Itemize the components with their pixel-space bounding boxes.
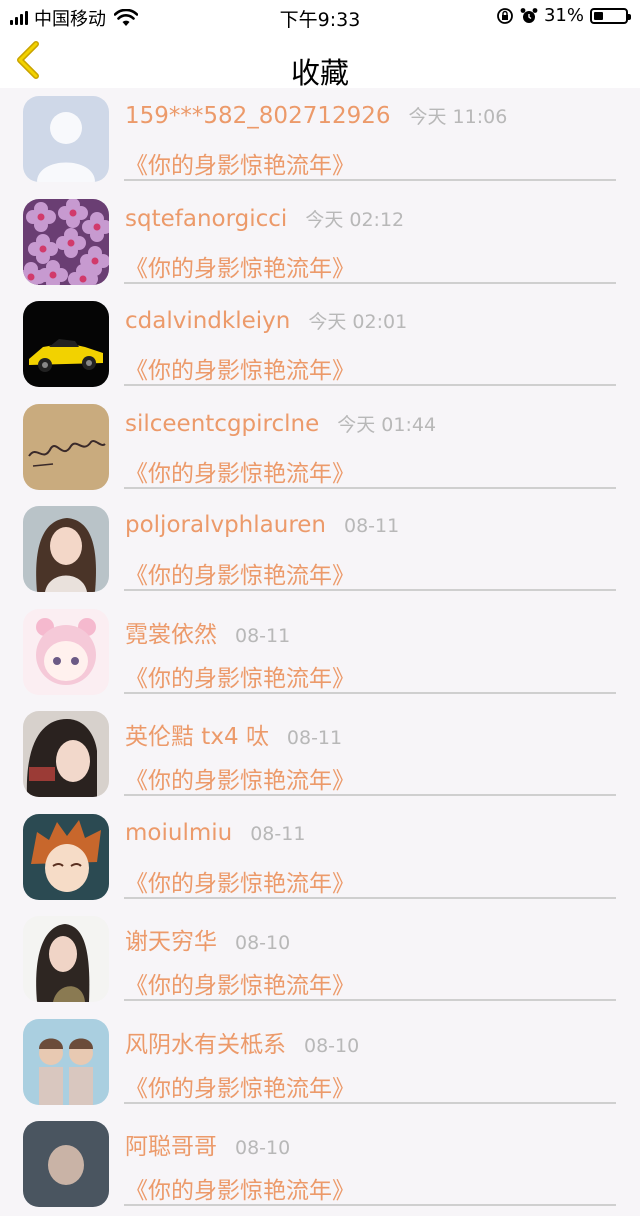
song-title[interactable]: 《你的身影惊艳流年》 bbox=[125, 351, 355, 385]
timestamp: 08-10 bbox=[235, 1137, 291, 1159]
user-name[interactable]: 谢天穷华 bbox=[125, 929, 217, 955]
divider bbox=[124, 486, 616, 489]
user-name[interactable]: 风阴水有关柢系 bbox=[125, 1032, 286, 1058]
item-header: moiulmiu 08-11 bbox=[125, 820, 305, 846]
list-item[interactable]: 阿聪哥哥 08-10 《你的身影惊艳流年》 bbox=[0, 1113, 640, 1216]
avatar[interactable] bbox=[23, 506, 109, 592]
divider bbox=[124, 281, 616, 284]
list-item[interactable]: moiulmiu 08-11 《你的身影惊艳流年》 bbox=[0, 806, 640, 909]
battery-icon bbox=[590, 7, 631, 24]
song-title[interactable]: 《你的身影惊艳流年》 bbox=[125, 864, 355, 898]
divider bbox=[124, 179, 616, 181]
avatar[interactable] bbox=[23, 301, 109, 387]
divider bbox=[124, 589, 616, 591]
list-item[interactable]: poljoralvphlauren 08-11 《你的身影惊艳流年》 bbox=[0, 498, 640, 601]
user-name[interactable]: 159***582_802712926 bbox=[125, 103, 391, 129]
song-title[interactable]: 《你的身影惊艳流年》 bbox=[125, 1069, 355, 1103]
status-right: 31% bbox=[496, 5, 631, 26]
timestamp: 今天 02:01 bbox=[308, 311, 408, 333]
user-name[interactable]: 英伦黠 tx4 呔 bbox=[125, 724, 269, 750]
avatar[interactable] bbox=[23, 1018, 109, 1105]
song-title[interactable]: 《你的身影惊艳流年》 bbox=[125, 454, 355, 488]
timestamp: 08-10 bbox=[235, 932, 291, 954]
avatar[interactable] bbox=[23, 608, 109, 695]
timestamp: 今天 01:44 bbox=[337, 413, 437, 436]
timestamp: 今天 11:06 bbox=[408, 106, 508, 128]
avatar[interactable] bbox=[23, 711, 109, 797]
item-header: cdalvindkleiyn 今天 02:01 bbox=[125, 307, 407, 334]
user-name[interactable]: poljoralvphlauren bbox=[125, 512, 326, 538]
song-title[interactable]: 《你的身影惊艳流年》 bbox=[125, 761, 355, 795]
divider bbox=[124, 896, 616, 899]
orientation-lock-icon bbox=[497, 7, 513, 24]
list-item[interactable]: 英伦黠 tx4 呔 08-11 《你的身影惊艳流年》 bbox=[0, 703, 640, 806]
list-item[interactable]: silceentcgpirclne 今天 01:44 《你的身影惊艳流年》 bbox=[0, 396, 640, 499]
item-header: poljoralvphlauren 08-11 bbox=[125, 512, 399, 538]
list-item[interactable]: 谢天穷华 08-10 《你的身影惊艳流年》 bbox=[0, 908, 640, 1011]
user-name[interactable]: moiulmiu bbox=[125, 820, 232, 846]
user-name[interactable]: silceentcgpirclne bbox=[125, 411, 319, 437]
alarm-icon bbox=[520, 7, 538, 23]
avatar[interactable] bbox=[23, 813, 109, 900]
item-header: silceentcgpirclne 今天 01:44 bbox=[125, 410, 436, 437]
item-header: 英伦黠 tx4 呔 08-11 bbox=[125, 717, 342, 751]
list-item[interactable]: cdalvindkleiyn 今天 02:01 《你的身影惊艳流年》 bbox=[0, 293, 640, 396]
user-name[interactable]: cdalvindkleiyn bbox=[125, 308, 290, 334]
timestamp: 08-11 bbox=[286, 727, 343, 749]
item-header: 阿聪哥哥 08-10 bbox=[125, 1127, 290, 1161]
item-header: sqtefanorgicci 今天 02:12 bbox=[125, 205, 404, 232]
avatar[interactable] bbox=[23, 403, 109, 490]
favorites-list: 159***582_802712926 今天 11:06 《你的身影惊艳流年》 sqt… bbox=[0, 88, 640, 1216]
song-title[interactable]: 《你的身影惊艳流年》 bbox=[125, 249, 355, 283]
timestamp: 08-11 bbox=[344, 515, 400, 537]
song-title[interactable]: 《你的身影惊艳流年》 bbox=[125, 659, 355, 693]
timestamp: 08-10 bbox=[304, 1034, 360, 1057]
list-item[interactable]: 风阴水有关柢系 08-10 《你的身影惊艳流年》 bbox=[0, 1011, 640, 1114]
item-header: 霓裳依然 08-11 bbox=[125, 615, 290, 649]
song-title[interactable]: 《你的身影惊艳流年》 bbox=[125, 556, 355, 590]
divider bbox=[124, 794, 616, 796]
battery-fill bbox=[594, 11, 603, 20]
song-title[interactable]: 《你的身影惊艳流年》 bbox=[125, 1171, 355, 1205]
avatar[interactable] bbox=[23, 1121, 109, 1207]
list-item[interactable]: 159***582_802712926 今天 11:06 《你的身影惊艳流年》 bbox=[0, 88, 640, 191]
page-title: 收藏 bbox=[290, 56, 349, 90]
item-header: 谢天穷华 08-10 bbox=[125, 922, 290, 956]
timestamp: 今天 02:12 bbox=[305, 208, 405, 231]
navigation-bar: 收藏 bbox=[0, 32, 640, 90]
timestamp: 08-11 bbox=[235, 624, 291, 647]
avatar[interactable] bbox=[23, 916, 109, 1002]
avatar[interactable] bbox=[23, 96, 109, 182]
avatar[interactable] bbox=[23, 198, 109, 285]
user-name[interactable]: sqtefanorgicci bbox=[125, 206, 287, 232]
divider bbox=[124, 691, 616, 694]
divider bbox=[124, 1204, 616, 1206]
song-title[interactable]: 《你的身影惊艳流年》 bbox=[125, 146, 355, 180]
divider bbox=[124, 999, 616, 1001]
timestamp: 08-11 bbox=[250, 822, 306, 845]
user-name[interactable]: 霓裳依然 bbox=[125, 622, 217, 648]
item-header: 159***582_802712926 今天 11:06 bbox=[125, 102, 507, 129]
divider bbox=[124, 384, 616, 386]
list-item[interactable]: 霓裳依然 08-11 《你的身影惊艳流年》 bbox=[0, 601, 640, 704]
list-item[interactable]: sqtefanorgicci 今天 02:12 《你的身影惊艳流年》 bbox=[0, 191, 640, 294]
battery-percent: 31% bbox=[543, 5, 584, 26]
item-header: 风阴水有关柢系 08-10 bbox=[125, 1025, 359, 1059]
status-bar: 中国移动 下午9:33 31% bbox=[0, 0, 640, 32]
song-title[interactable]: 《你的身影惊艳流年》 bbox=[125, 966, 355, 1000]
divider bbox=[124, 1101, 616, 1104]
